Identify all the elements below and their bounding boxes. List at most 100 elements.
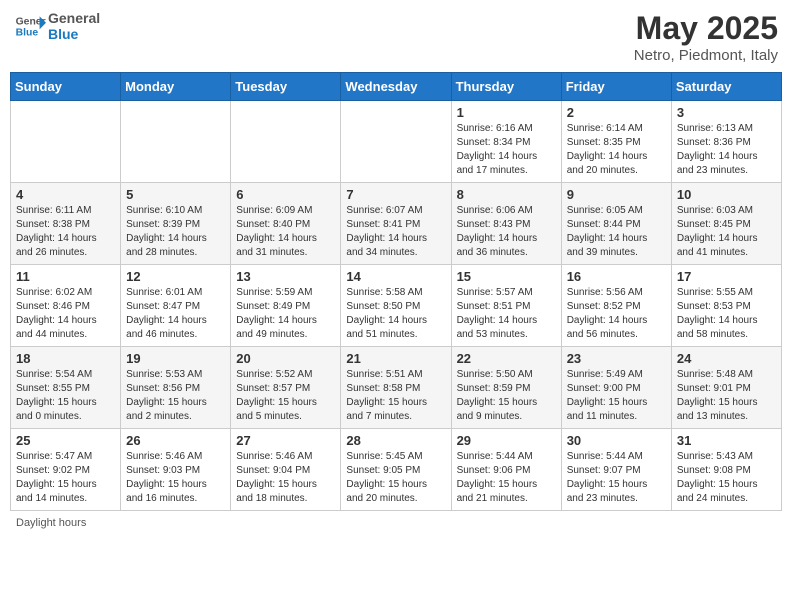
calendar-cell: 1Sunrise: 6:16 AM Sunset: 8:34 PM Daylig… [451,101,561,183]
calendar-cell [11,101,121,183]
calendar-cell: 7 Sunrise: 6:07 AM Sunset: 8:41 PM Daylig… [341,183,451,265]
day-info: Sunrise: 5:45 AM Sunset: 9:05 PM Dayligh… [346,450,445,506]
calendar-cell [231,101,341,183]
day-number: 19 [126,351,225,366]
calendar-cell: 18 Sunrise: 5:54 AM Sunset: 8:55 PM Dayli… [11,347,121,429]
svg-text:Blue: Blue [16,28,39,39]
logo-icon: General Blue [14,10,46,42]
calendar-week-2: 4Sunrise: 6:11 AM Sunset: 8:38 PM Daylig… [11,183,782,265]
calendar-cell: 24 Sunrise: 5:48 AM Sunset: 9:01 PM Dayli… [671,347,781,429]
day-info: Sunrise: 5:47 AM Sunset: 9:02 PM Dayligh… [16,450,115,506]
legend: Daylight hours [10,517,782,529]
day-number: 18 [16,351,115,366]
calendar-cell: 26Sunrise: 5:46 AM Sunset: 9:03 PM Dayli… [121,429,231,511]
day-number: 8 [457,187,556,202]
day-number: 24 [677,351,776,366]
day-info: Sunrise: 6:10 AM Sunset: 8:39 PM Dayligh… [126,204,225,260]
day-number: 9 [567,187,666,202]
calendar-cell: 28 Sunrise: 5:45 AM Sunset: 9:05 PM Dayli… [341,429,451,511]
calendar-week-1: 1Sunrise: 6:16 AM Sunset: 8:34 PM Daylig… [11,101,782,183]
calendar-cell: 15Sunrise: 5:57 AM Sunset: 8:51 PM Dayli… [451,265,561,347]
calendar-cell [341,101,451,183]
month-year-title: May 2025 [634,10,778,47]
day-number: 16 [567,269,666,284]
calendar-cell: 6 Sunrise: 6:09 AM Sunset: 8:40 PM Daylig… [231,183,341,265]
day-number: 3 [677,105,776,120]
day-number: 23 [567,351,666,366]
day-info: Sunrise: 5:52 AM Sunset: 8:57 PM Dayligh… [236,368,335,424]
day-info: Sunrise: 5:56 AM Sunset: 8:52 PM Dayligh… [567,286,666,342]
day-info: Sunrise: 5:59 AM Sunset: 8:49 PM Dayligh… [236,286,335,342]
calendar-cell: 2 Sunrise: 6:14 AM Sunset: 8:35 PM Daylig… [561,101,671,183]
day-number: 14 [346,269,445,284]
day-info: Sunrise: 5:53 AM Sunset: 8:56 PM Dayligh… [126,368,225,424]
day-info: Sunrise: 5:46 AM Sunset: 9:04 PM Dayligh… [236,450,335,506]
day-info: Sunrise: 6:09 AM Sunset: 8:40 PM Dayligh… [236,204,335,260]
calendar-cell: 23 Sunrise: 5:49 AM Sunset: 9:00 PM Dayli… [561,347,671,429]
calendar-cell: 29 Sunrise: 5:44 AM Sunset: 9:06 PM Dayli… [451,429,561,511]
day-number: 17 [677,269,776,284]
calendar-cell: 30 Sunrise: 5:44 AM Sunset: 9:07 PM Dayli… [561,429,671,511]
day-info: Sunrise: 6:16 AM Sunset: 8:34 PM Dayligh… [457,122,556,178]
calendar-cell [121,101,231,183]
calendar-cell: 4Sunrise: 6:11 AM Sunset: 8:38 PM Daylig… [11,183,121,265]
day-info: Sunrise: 6:14 AM Sunset: 8:35 PM Dayligh… [567,122,666,178]
calendar-cell: 21Sunrise: 5:51 AM Sunset: 8:58 PM Dayli… [341,347,451,429]
day-info: Sunrise: 5:46 AM Sunset: 9:03 PM Dayligh… [126,450,225,506]
day-info: Sunrise: 6:03 AM Sunset: 8:45 PM Dayligh… [677,204,776,260]
day-number: 30 [567,433,666,448]
day-number: 29 [457,433,556,448]
day-number: 11 [16,269,115,284]
day-number: 13 [236,269,335,284]
day-number: 25 [16,433,115,448]
day-number: 5 [126,187,225,202]
calendar-cell: 10 Sunrise: 6:03 AM Sunset: 8:45 PM Dayli… [671,183,781,265]
calendar-week-3: 11 Sunrise: 6:02 AM Sunset: 8:46 PM Dayli… [11,265,782,347]
calendar-cell: 17 Sunrise: 5:55 AM Sunset: 8:53 PM Dayli… [671,265,781,347]
day-number: 27 [236,433,335,448]
day-number: 15 [457,269,556,284]
calendar-cell: 11 Sunrise: 6:02 AM Sunset: 8:46 PM Dayli… [11,265,121,347]
day-info: Sunrise: 6:02 AM Sunset: 8:46 PM Dayligh… [16,286,115,342]
day-info: Sunrise: 6:13 AM Sunset: 8:36 PM Dayligh… [677,122,776,178]
day-number: 28 [346,433,445,448]
column-header-tuesday: Tuesday [231,73,341,101]
day-number: 6 [236,187,335,202]
day-info: Sunrise: 5:49 AM Sunset: 9:00 PM Dayligh… [567,368,666,424]
day-number: 12 [126,269,225,284]
day-info: Sunrise: 5:54 AM Sunset: 8:55 PM Dayligh… [16,368,115,424]
title-block: May 2025 Netro, Piedmont, Italy [634,10,778,64]
day-number: 22 [457,351,556,366]
day-info: Sunrise: 6:05 AM Sunset: 8:44 PM Dayligh… [567,204,666,260]
day-number: 20 [236,351,335,366]
day-info: Sunrise: 5:58 AM Sunset: 8:50 PM Dayligh… [346,286,445,342]
calendar-cell: 19 Sunrise: 5:53 AM Sunset: 8:56 PM Dayli… [121,347,231,429]
calendar-header-row: SundayMondayTuesdayWednesdayThursdayFrid… [11,73,782,101]
calendar-cell: 31Sunrise: 5:43 AM Sunset: 9:08 PM Dayli… [671,429,781,511]
column-header-monday: Monday [121,73,231,101]
calendar-cell: 12 Sunrise: 6:01 AM Sunset: 8:47 PM Dayli… [121,265,231,347]
column-header-thursday: Thursday [451,73,561,101]
column-header-saturday: Saturday [671,73,781,101]
calendar-cell: 20 Sunrise: 5:52 AM Sunset: 8:57 PM Dayli… [231,347,341,429]
day-number: 7 [346,187,445,202]
daylight-hours-label: Daylight hours [16,517,86,529]
day-info: Sunrise: 6:11 AM Sunset: 8:38 PM Dayligh… [16,204,115,260]
day-info: Sunrise: 5:44 AM Sunset: 9:07 PM Dayligh… [567,450,666,506]
day-info: Sunrise: 5:48 AM Sunset: 9:01 PM Dayligh… [677,368,776,424]
day-info: Sunrise: 5:55 AM Sunset: 8:53 PM Dayligh… [677,286,776,342]
logo: General Blue General Blue [14,10,100,42]
calendar-cell: 8Sunrise: 6:06 AM Sunset: 8:43 PM Daylig… [451,183,561,265]
calendar-week-4: 18 Sunrise: 5:54 AM Sunset: 8:55 PM Dayli… [11,347,782,429]
day-info: Sunrise: 6:07 AM Sunset: 8:41 PM Dayligh… [346,204,445,260]
day-number: 2 [567,105,666,120]
day-info: Sunrise: 5:44 AM Sunset: 9:06 PM Dayligh… [457,450,556,506]
calendar-cell: 9 Sunrise: 6:05 AM Sunset: 8:44 PM Daylig… [561,183,671,265]
day-info: Sunrise: 5:51 AM Sunset: 8:58 PM Dayligh… [346,368,445,424]
calendar-cell: 25 Sunrise: 5:47 AM Sunset: 9:02 PM Dayli… [11,429,121,511]
calendar-table: SundayMondayTuesdayWednesdayThursdayFrid… [10,72,782,511]
day-info: Sunrise: 6:01 AM Sunset: 8:47 PM Dayligh… [126,286,225,342]
day-number: 10 [677,187,776,202]
calendar-cell: 14 Sunrise: 5:58 AM Sunset: 8:50 PM Dayli… [341,265,451,347]
logo-blue-text: Blue [48,26,100,42]
